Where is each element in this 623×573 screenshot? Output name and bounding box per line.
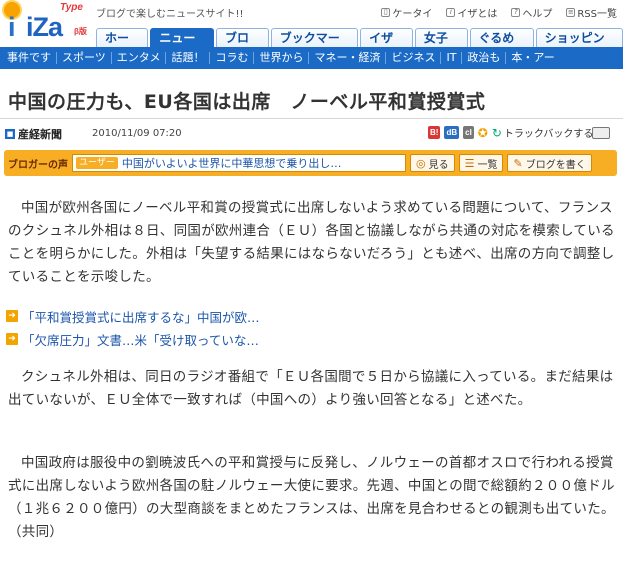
- tab-izago[interactable]: イザ語: [360, 28, 413, 63]
- newspaper-icon: ■: [5, 129, 15, 139]
- write-label: ブログを書く: [525, 159, 586, 171]
- tab-bookmark[interactable]: ブックマーク: [270, 28, 359, 63]
- arrow-right-icon: ➜: [6, 310, 18, 322]
- tab-shopping[interactable]: ショッピング: [535, 28, 623, 63]
- arrow-right-icon: ➜: [6, 333, 18, 345]
- pencil-icon: ✎: [513, 156, 523, 170]
- tab-blog[interactable]: ブログ: [216, 28, 269, 63]
- magnifier-icon: ◎: [416, 156, 426, 170]
- subnav-item-it[interactable]: IT: [441, 52, 463, 64]
- trackback-link[interactable]: ↻ トラックバックする: [491, 125, 594, 141]
- livedoor-clip-icon[interactable]: cl: [463, 126, 474, 139]
- list-icon: ☰: [464, 156, 475, 170]
- tab-news[interactable]: ニュース: [150, 28, 215, 63]
- help-icon: ?: [511, 8, 521, 17]
- tab-joshibu[interactable]: 女子部: [414, 28, 468, 63]
- mobile-icon: ▯: [381, 8, 391, 17]
- toplink-about[interactable]: i イザとは: [446, 5, 497, 20]
- article-source[interactable]: ■ 産経新聞: [5, 126, 62, 142]
- logo-tiny-text: Type: [60, 2, 83, 13]
- list-label: 一覧: [477, 159, 498, 171]
- favorite-star-icon[interactable]: ✪: [478, 126, 488, 140]
- delicious-icon[interactable]: dB: [444, 126, 460, 139]
- write-blog-button[interactable]: ✎ ブログを書く: [507, 154, 592, 172]
- subnav-item-politics[interactable]: 政治も: [462, 52, 507, 64]
- top-links: ▯ ケータイ i イザとは ? ヘルプ ≡ RSS一覧: [381, 5, 617, 20]
- logo-text: iZa: [26, 12, 63, 42]
- news-subnav: 事件です スポーツ エンタメ 話題！ コラむ 世界から マネー・経済 ビジネス …: [0, 47, 623, 69]
- related-link-text: 「欠席圧力」文書…米「受け取っていな…: [22, 332, 259, 348]
- article-paragraph-3: 中国政府は服役中の劉暁波氏への平和賞授与に反発し、ノルウェーの首都オスロで行われ…: [8, 455, 615, 540]
- article-date: 2010/11/09 07:20: [92, 128, 182, 139]
- logo-letter-i: i: [8, 12, 16, 42]
- related-link-1[interactable]: ➜ 「平和賞授賞式に出席するな」中国が欧…: [6, 305, 260, 327]
- toplink-mobile[interactable]: ▯ ケータイ: [381, 5, 432, 20]
- blogbar-entry[interactable]: ユーザー 中国がいよいよ世界に中華思想で乗り出し…: [72, 154, 406, 172]
- view-button[interactable]: ◎ 見る: [410, 154, 455, 172]
- main-tabs: ホーム ニュース ブログ ブックマーク イザ語 女子部 ぐるめ部 ショッピング: [96, 28, 623, 63]
- subnav-item-world[interactable]: 世界から: [254, 52, 310, 64]
- tab-gourmet[interactable]: ぐるめ部: [469, 28, 534, 63]
- tab-home[interactable]: ホーム: [96, 28, 149, 63]
- site-tagline: ブログで楽しむニュースサイト!!: [96, 9, 244, 20]
- user-badge: ユーザー: [76, 157, 118, 169]
- hatena-bookmark-icon[interactable]: B!: [428, 126, 441, 139]
- article-paragraph-1: 中国が欧州各国にノーベル平和賞の授賞式に出席しないよう求めている問題について、フ…: [8, 200, 615, 285]
- info-icon: i: [446, 8, 456, 17]
- subnav-item-jiken[interactable]: 事件です: [2, 52, 57, 64]
- toplink-help[interactable]: ? ヘルプ: [511, 5, 552, 20]
- rss-icon: ≡: [566, 8, 576, 17]
- print-icon[interactable]: [592, 127, 610, 139]
- subnav-item-entame[interactable]: エンタメ: [112, 52, 167, 64]
- related-link-2[interactable]: ➜ 「欠席圧力」文書…米「受け取っていな…: [6, 328, 259, 350]
- blogbar-label: ブロガーの声: [8, 159, 68, 171]
- article-paragraph-2: クシュネル外相は、同日のラジオ番組で「ＥＵ各国間で５日から協議に入っている。まだ…: [8, 369, 614, 408]
- blogbar-link[interactable]: 中国がいよいよ世界に中華思想で乗り出し…: [122, 155, 342, 171]
- toplink-rss[interactable]: ≡ RSS一覧: [566, 5, 617, 20]
- list-button[interactable]: ☰ 一覧: [458, 154, 504, 172]
- view-label: 見る: [428, 159, 449, 171]
- title-divider: [0, 118, 623, 119]
- share-toolbar: B! dB cl ✪ ↻ トラックバックする: [428, 125, 593, 140]
- trackback-label: トラックバックする: [503, 129, 594, 140]
- subnav-item-wadai[interactable]: 話題！: [166, 52, 211, 64]
- subnav-item-money[interactable]: マネー・経済: [309, 52, 387, 64]
- source-name: 産経新聞: [18, 128, 62, 141]
- article-title: 中国の圧力も、EU各国は出席 ノーベル平和賞授賞式: [8, 91, 486, 113]
- subnav-item-sports[interactable]: スポーツ: [57, 52, 112, 64]
- subnav-item-column[interactable]: コラむ: [210, 52, 255, 64]
- subnav-item-books[interactable]: 本・アー: [506, 52, 559, 64]
- subnav-item-business[interactable]: ビジネス: [386, 52, 442, 64]
- trackback-icon: ↻: [491, 125, 502, 140]
- blogger-voice-bar: ブロガーの声 ユーザー 中国がいよいよ世界に中華思想で乗り出し… ◎ 見る ☰ …: [4, 150, 617, 176]
- logo-beta-badge: β版: [74, 27, 87, 36]
- izа-logo[interactable]: i iZa Type β版: [2, 0, 94, 44]
- related-link-text: 「平和賞授賞式に出席するな」中国が欧…: [22, 309, 260, 325]
